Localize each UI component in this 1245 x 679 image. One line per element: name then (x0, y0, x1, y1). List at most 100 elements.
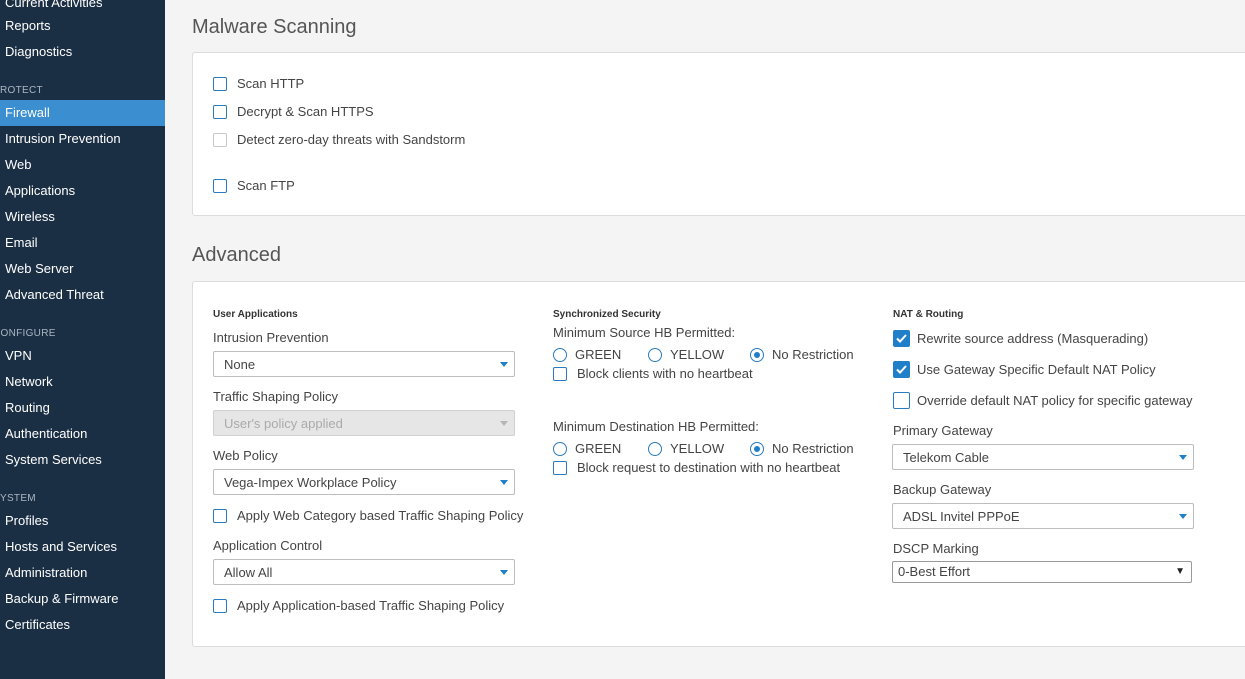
decrypt-scan-https-label: Decrypt & Scan HTTPS (237, 104, 374, 119)
source-no-restriction-radio[interactable] (750, 347, 764, 362)
radio-selected-dot (754, 351, 760, 358)
checkmark-icon (896, 365, 907, 374)
dest-hb-label: Minimum Destination HB Permitted: (553, 419, 759, 434)
chevron-down-icon (500, 570, 508, 575)
dest-green-radio[interactable] (553, 441, 567, 456)
dest-green-label: GREEN (575, 441, 622, 456)
app-shaping-checkbox[interactable] (213, 598, 227, 613)
triangle-down-icon: ▼ (1175, 566, 1185, 577)
dest-yellow-radio[interactable] (648, 441, 662, 456)
sidebar-item-reports[interactable]: Reports (0, 13, 165, 39)
application-control-value: Allow All (224, 565, 273, 580)
override-nat-label: Override default NAT policy for specific… (917, 393, 1193, 408)
source-hb-radio-group: GREEN YELLOW No Restriction (553, 347, 854, 362)
source-yellow-radio[interactable] (648, 347, 662, 362)
rewrite-source-option[interactable]: Rewrite source address (Masquerading) (893, 330, 1148, 347)
sandstorm-label: Detect zero-day threats with Sandstorm (237, 132, 466, 147)
app-shaping-label: Apply Application-based Traffic Shaping … (237, 598, 505, 613)
dest-yellow-option[interactable]: YELLOW (648, 441, 750, 456)
primary-gateway-select[interactable]: Telekom Cable (892, 444, 1194, 470)
sidebar-item-firewall[interactable]: Firewall (0, 100, 165, 126)
decrypt-scan-https-option[interactable]: Decrypt & Scan HTTPS (213, 104, 374, 119)
gateway-nat-option[interactable]: Use Gateway Specific Default NAT Policy (893, 361, 1156, 378)
chevron-down-icon (500, 480, 508, 485)
traffic-shaping-value: User's policy applied (224, 416, 343, 431)
dest-yellow-label: YELLOW (670, 441, 725, 456)
dest-no-restriction-radio[interactable] (750, 441, 764, 456)
sidebar-item-system-services[interactable]: System Services (0, 447, 165, 473)
malware-panel: Scan HTTP Decrypt & Scan HTTPS Detect ze… (192, 52, 1245, 216)
sidebar-item-web[interactable]: Web (0, 152, 165, 178)
source-yellow-label: YELLOW (670, 347, 725, 362)
scan-http-checkbox[interactable] (213, 76, 227, 91)
sidebar-item-authentication[interactable]: Authentication (0, 421, 165, 447)
sandstorm-option: Detect zero-day threats with Sandstorm (213, 132, 465, 147)
synchronized-security-heading: Synchronized Security (553, 309, 661, 320)
block-request-option[interactable]: Block request to destination with no hea… (553, 460, 840, 475)
sidebar-item-backup-firmware[interactable]: Backup & Firmware (0, 586, 165, 612)
sidebar-item-web-server[interactable]: Web Server (0, 256, 165, 282)
rewrite-source-label: Rewrite source address (Masquerading) (917, 331, 1149, 346)
sidebar-item-certificates[interactable]: Certificates (0, 612, 165, 638)
scan-http-label: Scan HTTP (237, 76, 305, 91)
web-category-shaping-checkbox[interactable] (213, 508, 227, 523)
primary-gateway-label: Primary Gateway (893, 423, 993, 438)
source-yellow-option[interactable]: YELLOW (648, 347, 750, 362)
web-policy-select[interactable]: Vega-Impex Workplace Policy (213, 469, 515, 495)
ips-select[interactable]: None (213, 351, 515, 377)
sidebar-item-routing[interactable]: Routing (0, 395, 165, 421)
application-control-select[interactable]: Allow All (213, 559, 515, 585)
override-nat-option[interactable]: Override default NAT policy for specific… (893, 392, 1193, 409)
dest-green-option[interactable]: GREEN (553, 441, 648, 456)
source-no-restriction-option[interactable]: No Restriction (750, 347, 854, 362)
block-clients-checkbox[interactable] (553, 366, 567, 381)
scan-ftp-label: Scan FTP (237, 178, 295, 193)
traffic-shaping-label: Traffic Shaping Policy (213, 389, 339, 404)
sandstorm-checkbox (213, 132, 227, 147)
backup-gateway-label: Backup Gateway (893, 482, 992, 497)
sidebar-item-network[interactable]: Network (0, 369, 165, 395)
sidebar-item-applications[interactable]: Applications (0, 178, 165, 204)
traffic-shaping-select: User's policy applied (213, 410, 515, 436)
scan-http-option[interactable]: Scan HTTP (213, 76, 304, 91)
gateway-nat-checkbox[interactable] (893, 361, 910, 378)
sidebar-item-email[interactable]: Email (0, 230, 165, 256)
sidebar-item-diagnostics[interactable]: Diagnostics (0, 39, 165, 65)
sidebar-item-administration[interactable]: Administration (0, 560, 165, 586)
web-category-shaping-option[interactable]: Apply Web Category based Traffic Shaping… (213, 508, 523, 523)
sidebar-item-advanced-threat[interactable]: Advanced Threat (0, 282, 165, 308)
chevron-down-icon (500, 362, 508, 367)
sidebar-item-intrusion-prevention[interactable]: Intrusion Prevention (0, 126, 165, 152)
source-green-radio[interactable] (553, 347, 567, 362)
block-clients-option[interactable]: Block clients with no heartbeat (553, 366, 753, 381)
scan-ftp-option[interactable]: Scan FTP (213, 178, 295, 193)
advanced-section-title: Advanced (192, 244, 281, 266)
override-nat-checkbox[interactable] (893, 392, 910, 409)
block-request-label: Block request to destination with no hea… (577, 460, 841, 475)
decrypt-scan-https-checkbox[interactable] (213, 104, 227, 119)
malware-section-title: Malware Scanning (192, 16, 357, 38)
sidebar-item-vpn[interactable]: VPN (0, 343, 165, 369)
web-category-shaping-label: Apply Web Category based Traffic Shaping… (237, 508, 524, 523)
sidebar-item-profiles[interactable]: Profiles (0, 508, 165, 534)
chevron-down-icon (500, 421, 508, 426)
scan-ftp-checkbox[interactable] (213, 178, 227, 193)
backup-gateway-select[interactable]: ADSL Invitel PPPoE (892, 503, 1194, 529)
block-clients-label: Block clients with no heartbeat (577, 366, 753, 381)
web-policy-label: Web Policy (213, 448, 278, 463)
source-green-option[interactable]: GREEN (553, 347, 648, 362)
sidebar-item-wireless[interactable]: Wireless (0, 204, 165, 230)
dscp-marking-select[interactable]: 0-Best Effort ▼ (892, 561, 1192, 583)
chevron-down-icon (1179, 514, 1187, 519)
rewrite-source-checkbox[interactable] (893, 330, 910, 347)
gateway-nat-label: Use Gateway Specific Default NAT Policy (917, 362, 1156, 377)
ips-select-value: None (224, 357, 256, 372)
app-shaping-option[interactable]: Apply Application-based Traffic Shaping … (213, 598, 504, 613)
sidebar-item-hosts-and-services[interactable]: Hosts and Services (0, 534, 165, 560)
application-control-label: Application Control (213, 538, 323, 553)
dest-no-restriction-option[interactable]: No Restriction (750, 441, 854, 456)
source-no-restriction-label: No Restriction (772, 347, 854, 362)
user-applications-heading: User Applications (213, 309, 298, 320)
sidebar-heading-configure: CONFIGURE (0, 328, 56, 339)
block-request-checkbox[interactable] (553, 460, 567, 475)
